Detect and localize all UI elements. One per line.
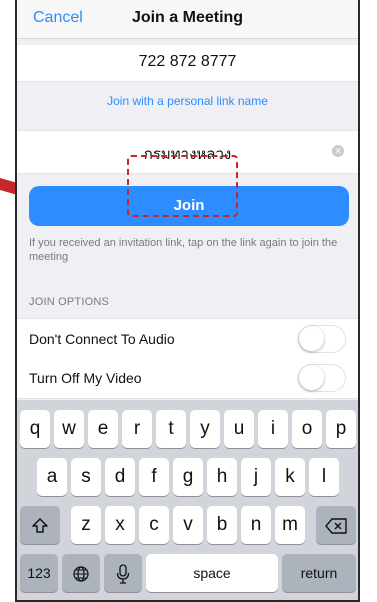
globe-icon: [73, 566, 89, 582]
key-r[interactable]: r: [122, 410, 152, 448]
invitation-hint: If you received an invitation link, tap …: [29, 237, 338, 263]
key-k[interactable]: k: [275, 458, 305, 496]
option-video-label: Turn Off My Video: [29, 370, 142, 386]
phone-screen: Cancel Join a Meeting 722 872 8777 Join …: [15, 0, 360, 602]
join-button-label: Join: [173, 197, 205, 214]
video-toggle[interactable]: [298, 364, 346, 392]
key-c[interactable]: c: [139, 506, 169, 544]
audio-toggle[interactable]: [298, 325, 346, 353]
page-title: Join a Meeting: [131, 9, 244, 26]
option-audio-label: Don't Connect To Audio: [29, 331, 175, 347]
key-a[interactable]: a: [37, 458, 67, 496]
shift-key[interactable]: [20, 506, 60, 544]
nav-bar: Cancel Join a Meeting: [17, 0, 358, 39]
backspace-icon: [325, 518, 347, 534]
join-options-heading: JOIN OPTIONS: [29, 296, 110, 308]
personal-link-name-link[interactable]: Join with a personal link name: [17, 94, 358, 108]
key-s[interactable]: s: [71, 458, 101, 496]
toggle-knob: [299, 365, 324, 390]
key-i[interactable]: i: [258, 410, 288, 448]
key-d[interactable]: d: [105, 458, 135, 496]
key-y[interactable]: y: [190, 410, 220, 448]
key-f[interactable]: f: [139, 458, 169, 496]
delete-key[interactable]: [316, 506, 356, 544]
globe-key[interactable]: [62, 554, 100, 592]
key-q[interactable]: q: [20, 410, 50, 448]
key-o[interactable]: o: [292, 410, 322, 448]
key-m[interactable]: m: [275, 506, 305, 544]
display-name-field[interactable]: กรมทางหลวง ✕: [17, 130, 358, 174]
dictation-key[interactable]: [104, 554, 142, 592]
keyboard: q w e r t y u i o p a s d f g h j k l z …: [17, 400, 358, 600]
key-z[interactable]: z: [71, 506, 101, 544]
toggle-knob: [299, 326, 324, 351]
microphone-icon: [116, 564, 130, 584]
key-u[interactable]: u: [224, 410, 254, 448]
key-x[interactable]: x: [105, 506, 135, 544]
join-button[interactable]: Join: [29, 186, 349, 226]
clear-icon[interactable]: ✕: [332, 145, 344, 157]
display-name-value: กรมทางหลวง: [143, 146, 232, 163]
option-turn-off-video: Turn Off My Video: [17, 358, 358, 399]
key-n[interactable]: n: [241, 506, 271, 544]
meeting-id-value: 722 872 8777: [138, 53, 237, 70]
key-e[interactable]: e: [88, 410, 118, 448]
key-h[interactable]: h: [207, 458, 237, 496]
meeting-id-field[interactable]: 722 872 8777: [17, 45, 358, 82]
option-dont-connect-audio: Don't Connect To Audio: [17, 318, 358, 360]
key-t[interactable]: t: [156, 410, 186, 448]
numbers-key[interactable]: 123: [20, 554, 58, 592]
return-key[interactable]: return: [282, 554, 356, 592]
personal-link-row: Join with a personal link name: [17, 82, 358, 124]
key-w[interactable]: w: [54, 410, 84, 448]
key-p[interactable]: p: [326, 410, 356, 448]
app-frame: Cancel Join a Meeting 722 872 8777 Join …: [0, 0, 377, 602]
key-g[interactable]: g: [173, 458, 203, 496]
shift-icon: [32, 518, 48, 534]
key-b[interactable]: b: [207, 506, 237, 544]
space-key[interactable]: space: [146, 554, 278, 592]
key-v[interactable]: v: [173, 506, 203, 544]
key-j[interactable]: j: [241, 458, 271, 496]
key-l[interactable]: l: [309, 458, 339, 496]
